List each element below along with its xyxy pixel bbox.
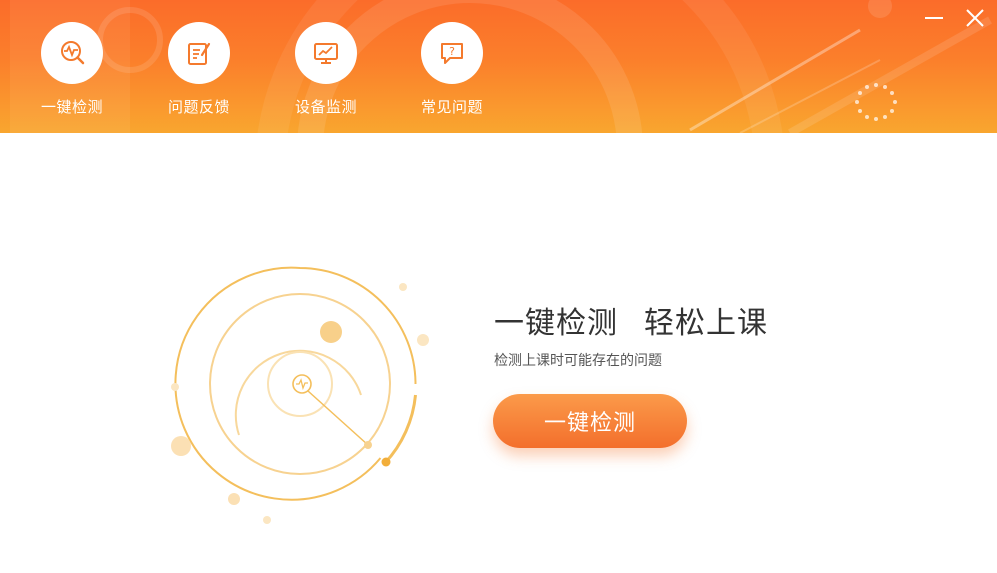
header-decoration xyxy=(10,0,992,133)
radar-illustration xyxy=(171,266,429,524)
minimize-icon xyxy=(925,17,943,19)
app-window: 一键检测 问题反馈 设备监测 ? 常见问题 一键检测 轻松上课 检测上课时可能存… xyxy=(0,0,997,573)
nav-icon-circle xyxy=(295,22,357,84)
header-bar: 一键检测 问题反馈 设备监测 ? 常见问题 xyxy=(0,0,997,133)
nav-icon-circle: ? xyxy=(421,22,483,84)
nav-label: 一键检测 xyxy=(40,98,103,116)
nav-icon-circle xyxy=(168,22,230,84)
nav-item-faq[interactable]: ? 常见问题 xyxy=(407,22,497,117)
page-title: 一键检测 轻松上课 xyxy=(494,298,768,342)
nav-item-feedback[interactable]: 问题反馈 xyxy=(154,22,244,117)
nav-label: 常见问题 xyxy=(420,98,483,116)
title-part-2: 轻松上课 xyxy=(644,306,768,341)
nav-icon-circle xyxy=(41,22,103,84)
page-subtitle: 检测上课时可能存在的问题 xyxy=(494,353,662,369)
monitor-chart-icon xyxy=(314,43,338,64)
nav-item-device-monitor[interactable]: 设备监测 xyxy=(281,22,371,117)
question-chat-icon: ? xyxy=(441,43,463,64)
quick-check-button[interactable]: 一键检测 xyxy=(493,394,687,448)
pulse-search-icon xyxy=(61,41,85,65)
title-part-1: 一键检测 xyxy=(494,306,618,341)
nav-item-quick-check[interactable]: 一键检测 xyxy=(27,22,117,117)
nav-label: 设备监测 xyxy=(294,98,357,116)
nav-label: 问题反馈 xyxy=(167,98,230,116)
minimize-button[interactable] xyxy=(922,6,946,30)
close-icon xyxy=(966,9,984,27)
close-button[interactable] xyxy=(963,6,987,30)
edit-form-icon xyxy=(188,42,211,65)
svg-text:?: ? xyxy=(449,45,455,58)
